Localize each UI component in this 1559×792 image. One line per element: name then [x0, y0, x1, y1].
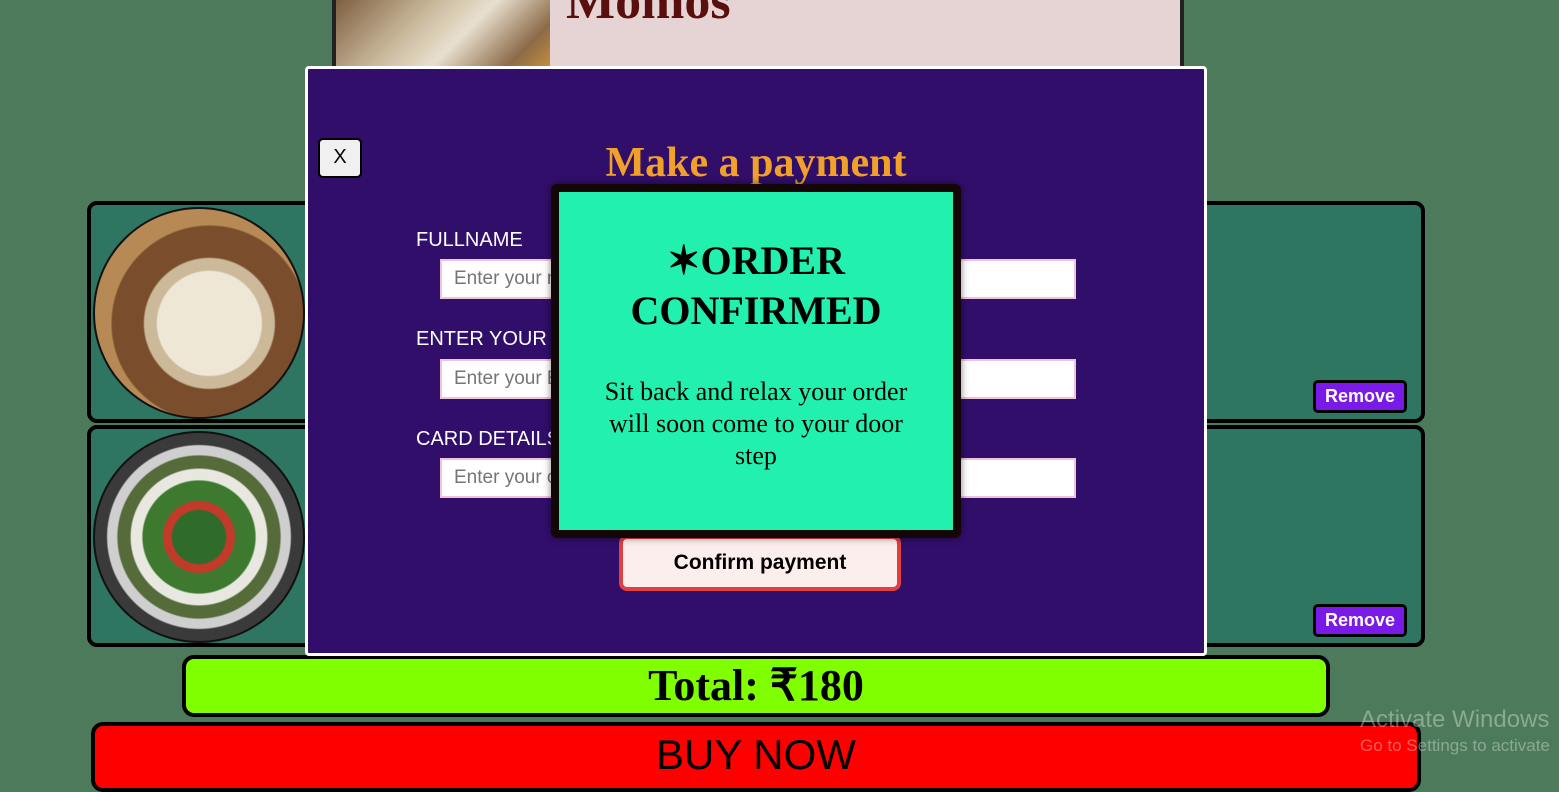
- fullname-label: FULLNAME: [416, 229, 523, 251]
- remove-button[interactable]: Remove: [1312, 604, 1407, 637]
- remove-button[interactable]: Remove: [1312, 380, 1407, 413]
- salad-image: [93, 431, 305, 643]
- item-title: Momos: [566, 0, 731, 30]
- watermark-line1: Activate Windows: [1360, 706, 1550, 733]
- order-confirmed-title: ✶ORDER CONFIRMED: [630, 238, 882, 333]
- modal-title: Make a payment: [605, 140, 907, 186]
- card-details-label: CARD DETAILS: [416, 428, 561, 450]
- order-confirmed-message: Sit back and relax your order will soon …: [604, 377, 908, 470]
- email-label: ENTER YOUR I: [416, 328, 558, 350]
- buy-now-button[interactable]: BUY NOW: [91, 722, 1421, 792]
- momos-image: [93, 207, 305, 419]
- confirm-payment-button[interactable]: Confirm payment: [619, 535, 901, 591]
- windows-activation-watermark: Activate Windows Go to Settings to activ…: [1360, 706, 1550, 756]
- cart-total: Total: ₹180: [182, 655, 1330, 717]
- watermark-line2: Go to Settings to activate: [1360, 736, 1550, 755]
- order-confirmed-popup: ✶ORDER CONFIRMED Sit back and relax your…: [551, 184, 961, 538]
